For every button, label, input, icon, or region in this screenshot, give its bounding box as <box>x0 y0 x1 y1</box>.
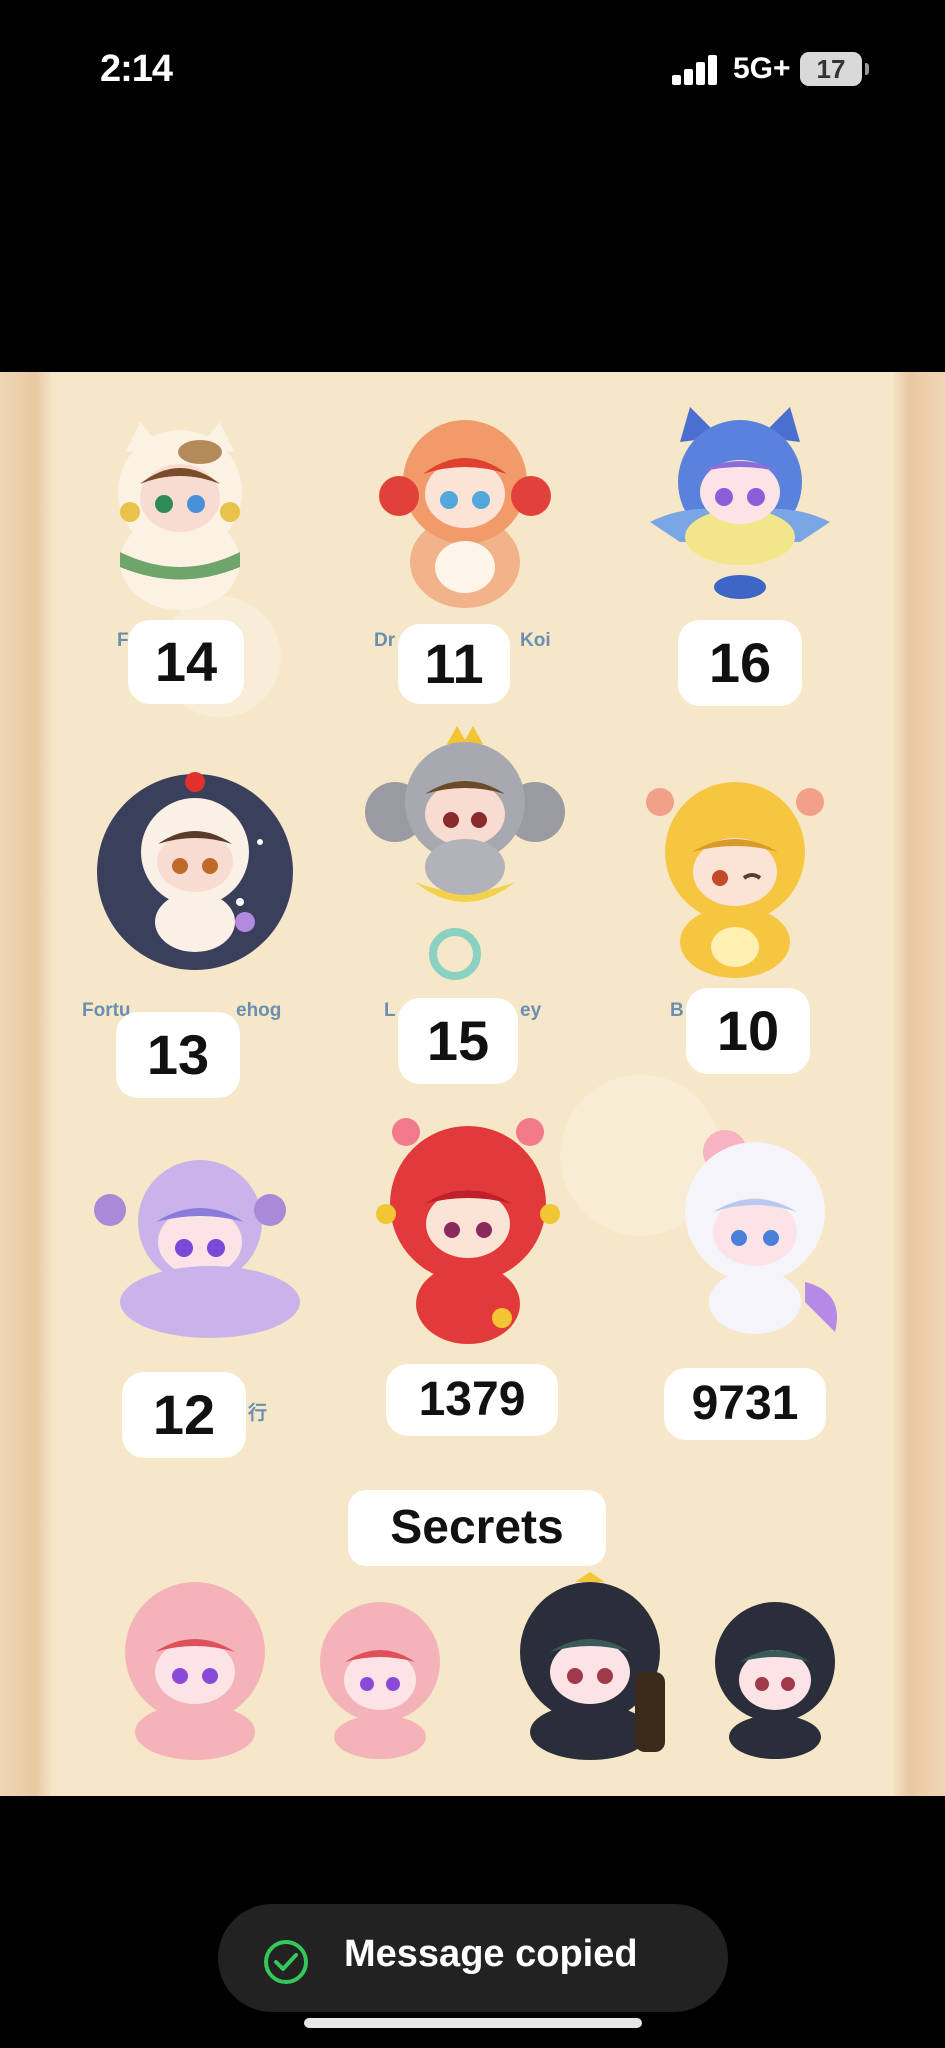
figure-number-badge: 11 <box>398 624 510 704</box>
network-label: 5G+ <box>733 52 791 85</box>
signal-icon <box>672 55 717 85</box>
figure-caption: ehog <box>236 1000 282 1021</box>
figure-number-badge: 12 <box>122 1372 246 1458</box>
poster-frame-left <box>0 372 50 1796</box>
figure-caption: 行 <box>248 1403 268 1424</box>
yellow-lion-figure <box>646 782 824 978</box>
figure-caption: Dr <box>374 630 396 651</box>
home-indicator[interactable] <box>304 2018 642 2028</box>
black-lion-secret-figure <box>520 1572 665 1760</box>
figure-caption: Koi <box>520 630 551 651</box>
battery-nub <box>865 63 869 75</box>
purple-sheep-figure <box>94 1160 300 1338</box>
figure-number-badge: 14 <box>128 620 244 704</box>
figure-caption: ey <box>520 1000 542 1021</box>
figure-number-badge: 16 <box>678 620 802 706</box>
check-circle-icon <box>264 1940 308 1984</box>
lucky-monkey-figure <box>365 726 565 980</box>
black-bear-secret-figure <box>715 1602 835 1759</box>
secrets-label: Secrets <box>348 1490 606 1566</box>
battery-icon: 17 <box>800 52 862 86</box>
status-time: 2:14 <box>100 48 173 90</box>
dragon-koi-figure <box>379 420 551 608</box>
figure-number-badge: 15 <box>398 998 518 1084</box>
calico-cat-figure <box>118 422 242 610</box>
poster-frame-right <box>895 372 945 1796</box>
pink-lion-secret-figure <box>125 1582 265 1760</box>
figure-number-badge: 9731 <box>664 1368 826 1440</box>
figure-number-badge: 13 <box>116 1012 240 1098</box>
blue-owl-figure <box>650 407 830 599</box>
red-dragon-figure <box>376 1118 560 1344</box>
status-bar: 2:14 5G+ 17 <box>0 0 945 140</box>
collection-poster-image[interactable]: Fo Dr Koi 14 11 16 Fortu ehog L e <box>0 372 945 1796</box>
toast-message: Message copied <box>344 1933 638 1975</box>
figure-number-badge: 10 <box>686 988 810 1074</box>
white-unicorn-figure <box>685 1130 837 1334</box>
fortune-hedgehog-figure <box>97 772 293 970</box>
figure-caption: L <box>384 1000 396 1021</box>
figure-number-badge: 1379 <box>386 1364 558 1436</box>
figure-caption: B <box>670 1000 684 1021</box>
pink-bear-secret-figure <box>320 1602 440 1759</box>
